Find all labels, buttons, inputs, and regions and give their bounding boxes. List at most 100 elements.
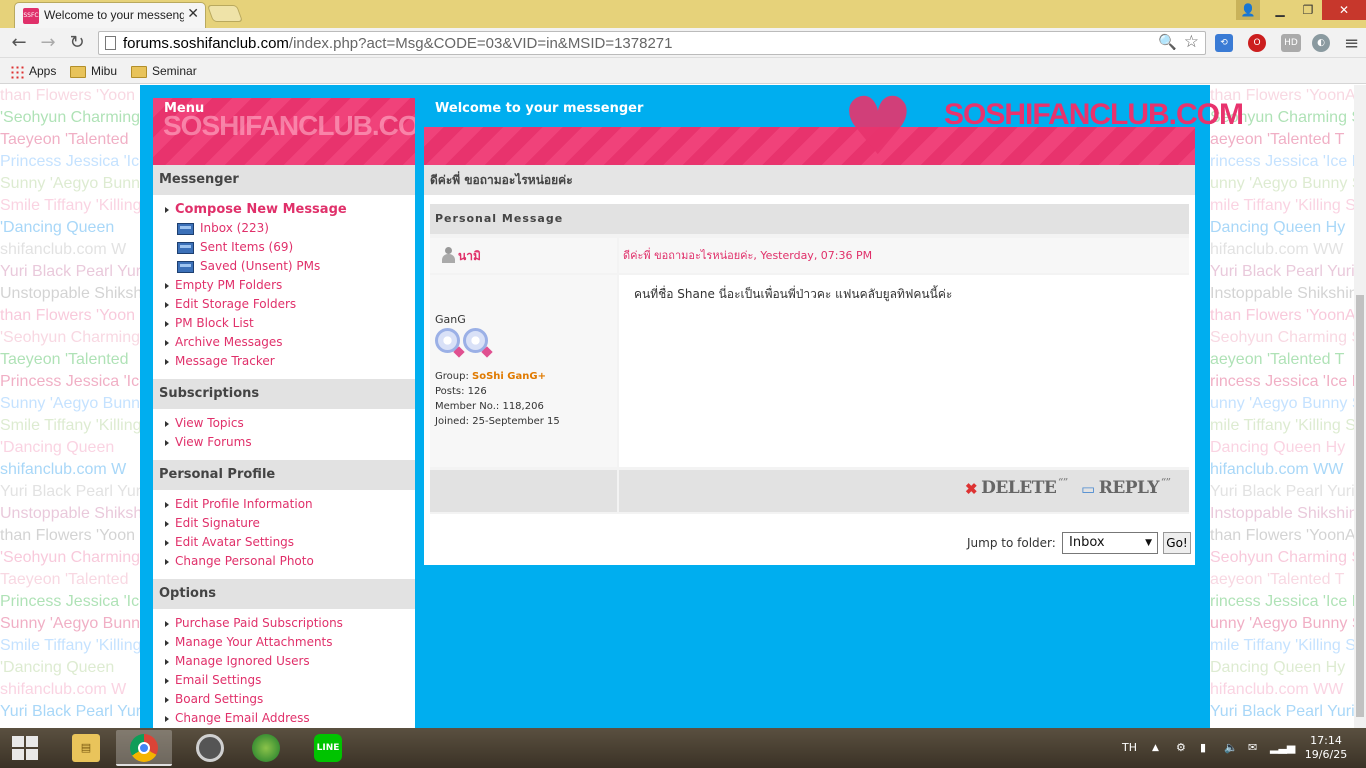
jump-folder-select[interactable]: Inbox ▼ [1062, 532, 1158, 554]
meta-subject-link[interactable]: ดีค่ะพี่ ขอถามอะไรหน่อยค่ะ [623, 249, 753, 262]
sidebar-item-label: Manage Your Attachments [175, 635, 333, 649]
windows-start-button[interactable] [12, 736, 40, 760]
background-text-line: mile Tiffany 'Killing S [1210, 637, 1354, 654]
tray-message-icon[interactable]: ✉ [1248, 728, 1257, 768]
taskbar-file-explorer[interactable]: ▤ [58, 730, 114, 766]
bookmark-label: Seminar [152, 64, 197, 78]
sidebar-item-view-forums[interactable]: View Forums [165, 433, 415, 452]
sidebar-section-heading: Options [153, 579, 415, 609]
sidebar-item-edit-profile-information[interactable]: Edit Profile Information [165, 495, 415, 514]
clock-time: 17:14 [1310, 734, 1342, 747]
sidebar-item-edit-storage-folders[interactable]: Edit Storage Folders [165, 295, 415, 314]
tray-signal-icon[interactable]: ▂▃▅ [1270, 728, 1295, 768]
tray-battery-icon[interactable]: ▮ [1200, 728, 1206, 768]
actions-right-cell: ✖ DELETE “” ▭ REPLY “” [619, 470, 1189, 512]
sidebar-item-label: Edit Avatar Settings [175, 535, 295, 549]
bookmark-seminar[interactable]: Seminar [131, 62, 197, 80]
page-scrollbar[interactable] [1354, 85, 1366, 728]
sidebar-item-view-topics[interactable]: View Topics [165, 414, 415, 433]
reload-icon[interactable]: ↻ [66, 32, 88, 54]
delete-button[interactable]: ✖ DELETE “” [965, 478, 1068, 504]
folder-icon [70, 65, 86, 78]
taskbar-chrome[interactable] [116, 730, 172, 766]
address-bar[interactable]: forums.soshifanclub.com/index.php?act=Ms… [98, 31, 1206, 55]
taskbar-clock[interactable]: 17:14 19/6/25 [1298, 734, 1354, 762]
sidebar-item-manage-ignored-users[interactable]: Manage Ignored Users [165, 652, 415, 671]
sidebar-item-edit-signature[interactable]: Edit Signature [165, 514, 415, 533]
extension-hd-icon[interactable]: HD [1281, 34, 1301, 52]
site-favicon: SSFC [23, 8, 39, 24]
taskbar-app-circle[interactable] [182, 730, 238, 766]
sidebar-item-label: Manage Ignored Users [175, 654, 310, 668]
tray-network-icon[interactable]: ⚙ [1176, 728, 1186, 768]
sidebar-item-archive-messages[interactable]: Archive Messages [165, 333, 415, 352]
user-profile-icon[interactable]: 👤 [1236, 0, 1260, 20]
tray-expand-icon[interactable]: ▲ [1152, 728, 1159, 768]
extension-opera-icon[interactable]: O [1248, 34, 1266, 52]
background-text-line: mile Tiffany 'Killing S [1210, 197, 1354, 214]
message-meta: ดีค่ะพี่ ขอถามอะไรหน่อยค่ะ, Yesterday, 0… [619, 238, 1189, 273]
browser-tab[interactable]: SSFC Welcome to your messenger ✕ [14, 2, 206, 28]
go-button[interactable]: Go! [1163, 532, 1191, 554]
background-text-line: unny 'Aegyo Bunny S [1210, 395, 1354, 412]
sidebar-section-heading: Subscriptions [153, 379, 415, 409]
tray-volume-icon[interactable]: 🔈 [1224, 728, 1238, 768]
new-tab-button[interactable] [206, 5, 244, 22]
background-text-line: Princess Jessica 'Ice [0, 593, 140, 610]
tab-close-icon[interactable]: ✕ [187, 6, 199, 22]
scrollbar-thumb[interactable] [1356, 295, 1364, 717]
background-text-line: Yuri Black Pearl Yuri 'Bla [1210, 483, 1354, 500]
input-language[interactable]: TH [1122, 728, 1137, 768]
taskbar-app-globe[interactable] [238, 730, 294, 766]
bookmark-mibu[interactable]: Mibu [70, 62, 117, 80]
sidebar-item-edit-avatar-settings[interactable]: Edit Avatar Settings [165, 533, 415, 552]
forward-arrow-icon[interactable]: → [37, 32, 59, 54]
background-text-line: Yuri Black Pearl Yuri 'B [0, 703, 140, 720]
zoom-icon[interactable]: 🔍 [1158, 33, 1177, 51]
maximize-button[interactable]: ❐ [1294, 0, 1322, 20]
sidebar-item-message-tracker[interactable]: Message Tracker [165, 352, 415, 371]
url-text[interactable]: forums.soshifanclub.com/index.php?act=Ms… [123, 35, 672, 52]
sidebar-item-sent-items-69[interactable]: Sent Items (69) [165, 238, 415, 257]
sidebar-item-purchase-paid-subscriptions[interactable]: Purchase Paid Subscriptions [165, 614, 415, 633]
personal-message-box: Personal Message นามิ ดีค่ะพี่ ขอถามอะไร… [430, 204, 1189, 514]
sidebar-item-manage-your-attachments[interactable]: Manage Your Attachments [165, 633, 415, 652]
sidebar-item-label: Change Personal Photo [175, 554, 314, 568]
background-text-line: Smile Tiffany 'Killing [0, 197, 140, 214]
bookmark-label: Mibu [91, 64, 118, 78]
quote-mark-icon: “” [1058, 478, 1068, 488]
sidebar-item-label: Saved (Unsent) PMs [200, 259, 321, 273]
sidebar-item-change-personal-photo[interactable]: Change Personal Photo [165, 552, 415, 571]
minimize-button[interactable]: ▁ [1266, 0, 1294, 20]
bullet-arrow-icon [165, 677, 169, 684]
author-name-link[interactable]: นามิ [458, 247, 481, 266]
quote-mark-icon: “” [1161, 478, 1171, 488]
extension-sync-icon[interactable]: ⟲ [1215, 34, 1233, 52]
menu-label: Menu [164, 101, 205, 116]
taskbar-line[interactable]: LINE [300, 730, 356, 766]
sidebar-item-compose-new-message[interactable]: Compose New Message [165, 200, 415, 219]
reply-button[interactable]: ▭ REPLY “” [1081, 478, 1171, 504]
close-window-button[interactable]: ✕ [1322, 0, 1366, 20]
sidebar-item-saved-unsent-pms[interactable]: Saved (Unsent) PMs [165, 257, 415, 276]
message-content-row: GanG Group: SoShi GanG+ Posts: 126 Membe… [430, 275, 1189, 467]
sidebar-item-change-email-address[interactable]: Change Email Address [165, 709, 415, 728]
sidebar-item-label: Empty PM Folders [175, 278, 283, 292]
folder-icon [131, 65, 147, 78]
sidebar-item-email-settings[interactable]: Email Settings [165, 671, 415, 690]
bookmark-star-icon[interactable]: ☆ [1184, 32, 1199, 52]
bookmark-apps[interactable]: Apps [10, 62, 56, 80]
sidebar-item-board-settings[interactable]: Board Settings [165, 690, 415, 709]
background-text-line: Sunny 'Aegyo Bunny [0, 175, 140, 192]
sidebar-item-pm-block-list[interactable]: PM Block List [165, 314, 415, 333]
background-text-line: Taeyeon 'Talented [0, 571, 129, 588]
back-arrow-icon[interactable]: ← [8, 32, 30, 54]
background-text-line: rincess Jessica 'Ice P [1210, 593, 1354, 610]
sidebar-item-inbox-223[interactable]: Inbox (223) [165, 219, 415, 238]
background-text-line: aeyeon 'Talented T [1210, 351, 1345, 368]
sidebar-item-empty-pm-folders[interactable]: Empty PM Folders [165, 276, 415, 295]
background-pattern-right: than Flowers 'YoonA Seohyun Charming S aey… [1210, 85, 1354, 728]
extension-globe-icon[interactable]: ◐ [1312, 34, 1330, 52]
sidebar-section-list: Purchase Paid Subscriptions Manage Your A… [153, 609, 415, 728]
chrome-menu-icon[interactable]: ≡ [1344, 33, 1359, 54]
